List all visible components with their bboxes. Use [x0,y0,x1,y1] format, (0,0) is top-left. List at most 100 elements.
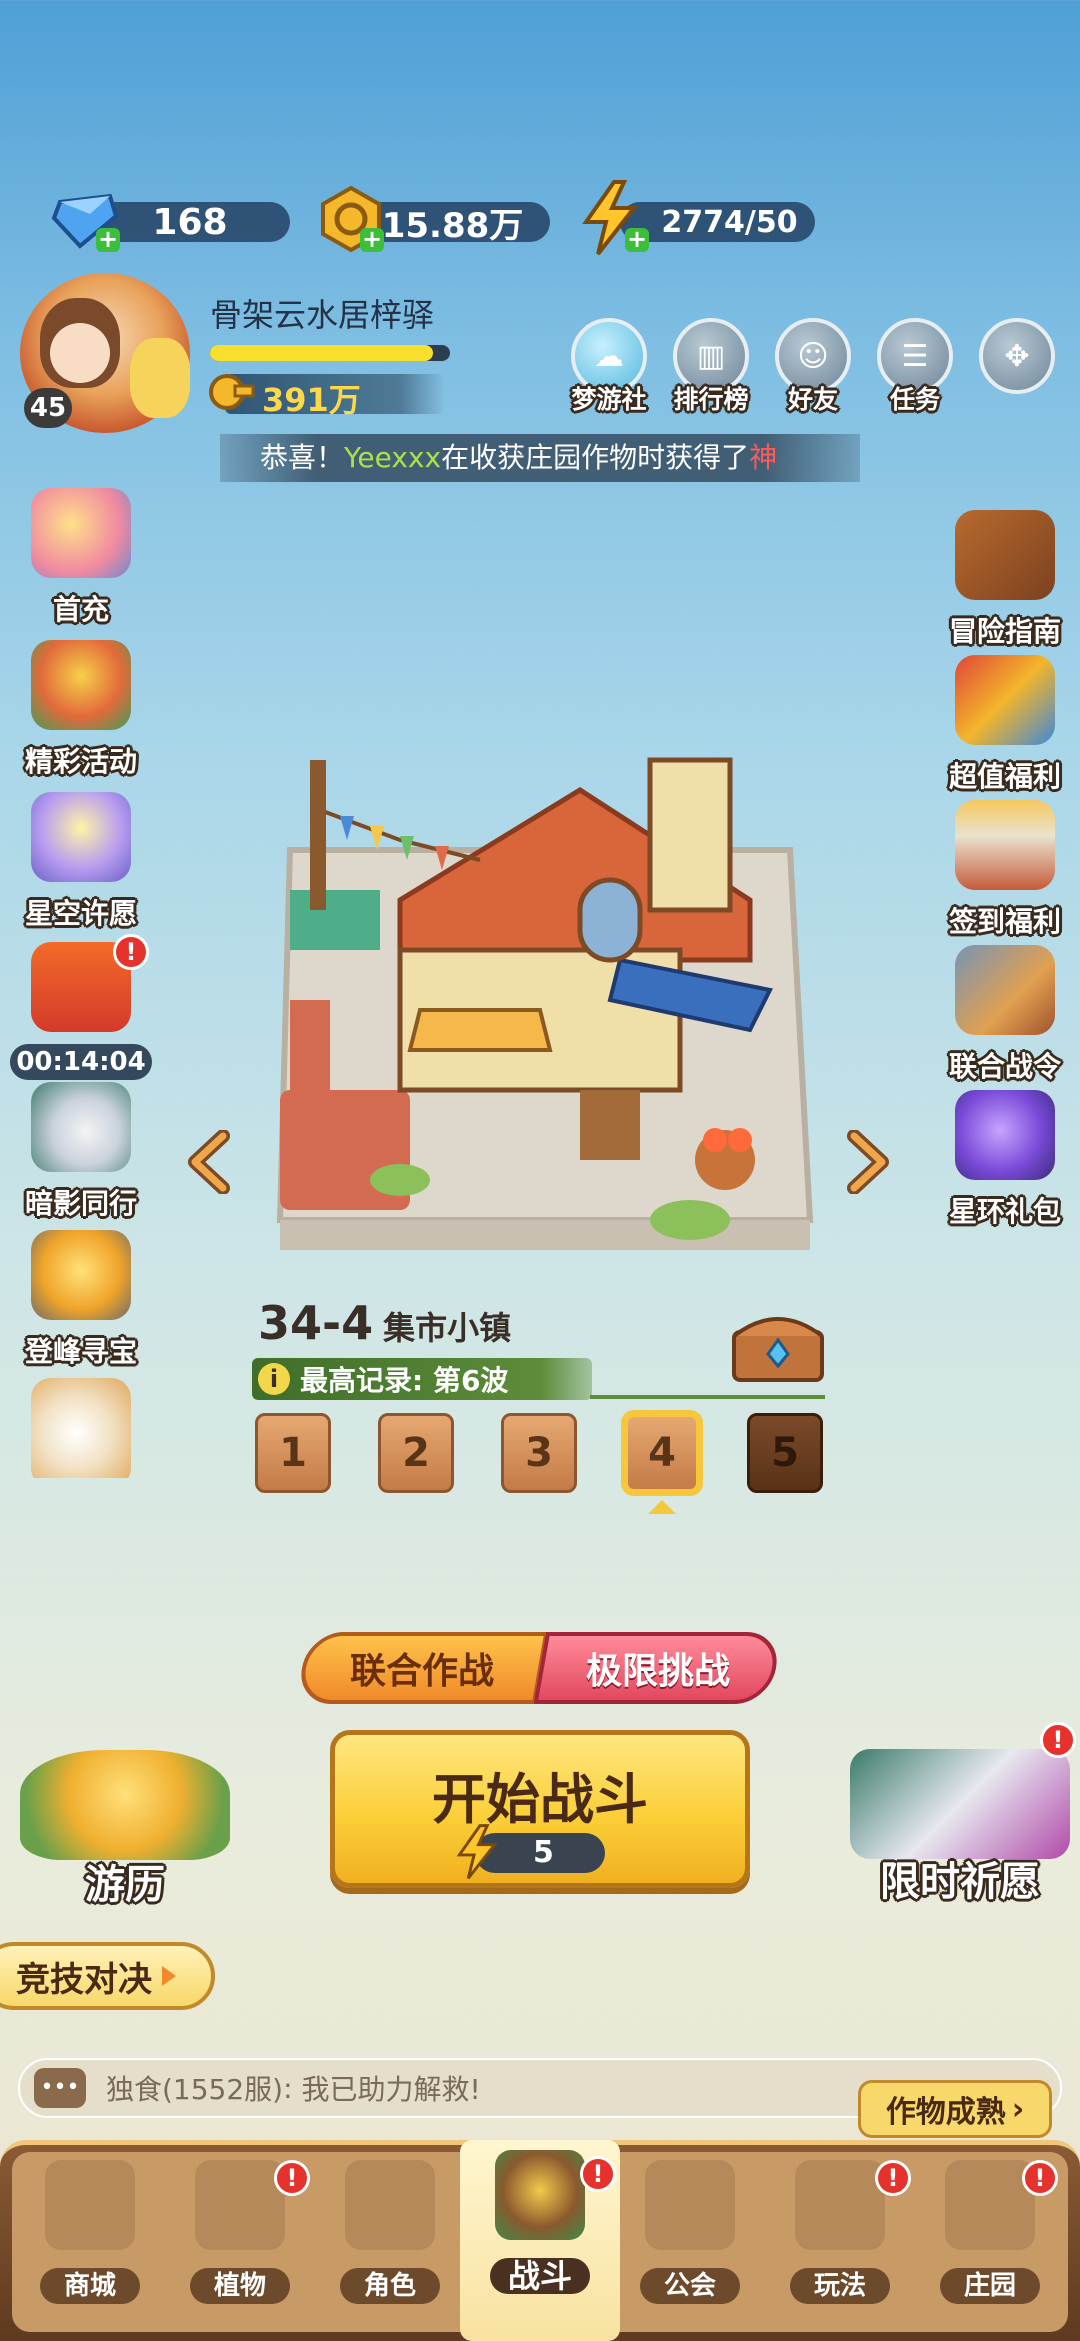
stage-button-1[interactable]: 1 [255,1413,331,1493]
plants-alert-icon: ! [274,2160,310,2196]
stage-button-label: 2 [402,1430,430,1476]
menu-label: 星环礼包 [948,1195,1061,1228]
marquee-user: Yeexxx [344,441,442,474]
diamond-plus-icon[interactable]: + [96,227,120,252]
coin-amount: 15.88万 [381,205,524,246]
power-value: 391万 [262,381,361,419]
characters-icon [345,2160,435,2250]
travel-label: 游历 [85,1862,165,1908]
selected-stage-indicator [648,1500,676,1514]
social-friends[interactable]: ☺ 好友 [770,318,856,418]
nav-guild[interactable]: 公会 [625,2160,755,2310]
stage-button-label: 1 [279,1430,307,1476]
starry-wish-icon [31,792,131,882]
more-menu-icon: ✥ [979,318,1055,394]
manor-alert-icon: ! [1022,2160,1058,2196]
left-menu-shadow-companion[interactable]: 暗影同行 [6,1082,156,1222]
announcement-marquee: 恭喜！Yeexxx在收获庄园作物时获得了神 [220,434,860,482]
coop-battle-button[interactable]: 联合作战 [295,1632,549,1704]
nav-label: 庄园 [940,2268,1040,2304]
crop-ready-tooltip[interactable]: 作物成熟 › [858,2080,1052,2138]
value-bonus-icon [955,655,1055,745]
social-label: 好友 [787,385,838,414]
coop-battle-label: 联合作战 [349,1651,494,1692]
chat-bubble-icon: ••• [34,2068,86,2108]
nav-label: 角色 [340,2268,440,2304]
nav-characters[interactable]: 角色 [325,2160,455,2310]
start-cost-lightning-icon [456,1824,498,1880]
social-label: 排行榜 [673,385,749,414]
left-menu-starry-wish[interactable]: 星空许愿 [6,792,156,932]
limited-prayer-button[interactable]: 限时祈愿 [840,1735,1080,1910]
extreme-challenge-label: 极限挑战 [585,1651,730,1692]
stage-map-illustration[interactable] [250,700,830,1280]
checkin-bonus-icon [955,800,1055,890]
chat-sender: 独食(1552服) [106,2073,284,2106]
left-menu-summit-treasure[interactable]: 登峰寻宝 [6,1230,156,1370]
arena-label: 竞技对决 [16,1959,152,2000]
nav-shop[interactable]: 商城 [25,2160,155,2310]
gift-alert-icon: ! [113,934,149,970]
extreme-challenge-button[interactable]: 极限挑战 [533,1632,783,1704]
exp-bar-fill [210,345,434,361]
stage-button-2[interactable]: 2 [378,1413,454,1493]
right-menu-checkin-bonus[interactable]: 签到福利 [930,800,1080,940]
marquee-highlight: 神 [749,441,778,474]
diamond-counter[interactable]: 168 [90,201,290,243]
menu-label: 精彩活动 [24,745,137,778]
stage-button-label: 4 [648,1430,676,1476]
info-icon: i [258,1363,290,1395]
player-level-badge: 45 [24,388,72,428]
events-icon [31,640,131,730]
left-menu-partial-item[interactable] [31,1378,131,1478]
diamond-amount: 168 [152,201,228,243]
nav-label: 公会 [640,2268,740,2304]
play-arrow-icon [162,1966,176,1986]
summit-treasure-icon [31,1230,131,1320]
menu-label: 联合战令 [948,1050,1061,1083]
social-dream-club[interactable]: ☁ 梦游社 [566,318,652,418]
coin-plus-icon[interactable]: + [360,227,384,252]
chat-message: 我已助力解救! [301,2073,481,2106]
avatar-face [50,323,110,383]
social-label: 梦游社 [571,385,647,414]
right-menu-battle-pass[interactable]: 联合战令 [930,945,1080,1085]
stage-button-5[interactable]: 5 [747,1413,823,1493]
player-level: 45 [29,393,67,423]
right-menu-adventure-guide[interactable]: 冒险指南 [930,510,1080,650]
guild-icon [645,2160,735,2250]
timer-value: 00:14:04 [16,1047,146,1077]
stage-button-3[interactable]: 3 [501,1413,577,1493]
nav-label: 玩法 [790,2268,890,2304]
energy-plus-icon[interactable]: + [625,227,649,252]
prev-stage-arrow[interactable] [185,1129,235,1198]
left-menu-events[interactable]: 精彩活动 [6,640,156,780]
shop-icon [45,2160,135,2250]
energy-counter[interactable]: 2774/50 [620,202,815,242]
start-battle-button[interactable]: 开始战斗 5 [330,1730,750,1888]
nav-label: 植物 [190,2268,290,2304]
social-leaderboard[interactable]: ▥ 排行榜 [668,318,754,418]
travel-button[interactable]: 游历 [10,1740,240,1910]
power-icon [205,370,255,420]
menu-label: 冒险指南 [948,615,1061,648]
player-avatar[interactable]: 45 [10,268,200,438]
social-tasks[interactable]: ☰ 任务 [872,318,958,418]
stage-chest-icon[interactable] [728,1306,828,1384]
nav-label: 战斗 [490,2258,590,2294]
stage-button-4[interactable]: 4 [624,1413,700,1493]
left-menu-first-recharge[interactable]: 首充 [6,488,156,628]
right-menu-value-bonus[interactable]: 超值福利 [930,655,1080,795]
social-more[interactable]: ✥ [974,318,1060,418]
menu-label: 暗影同行 [24,1187,137,1220]
menu-timer: 00:14:04 [10,1044,152,1080]
stage-name: 集市小镇 [383,1309,512,1347]
menu-label: 登峰寻宝 [24,1335,137,1368]
treasure-chest-icon [20,1750,230,1860]
right-menu-star-ring-pack[interactable]: 星环礼包 [930,1090,1080,1230]
next-stage-arrow[interactable] [842,1129,892,1198]
exp-bar [210,345,450,361]
record-bar: i 最高记录: 第6波 [252,1358,592,1400]
arena-button[interactable]: 竞技对决 [0,1942,215,2010]
menu-label: 签到福利 [948,905,1061,938]
